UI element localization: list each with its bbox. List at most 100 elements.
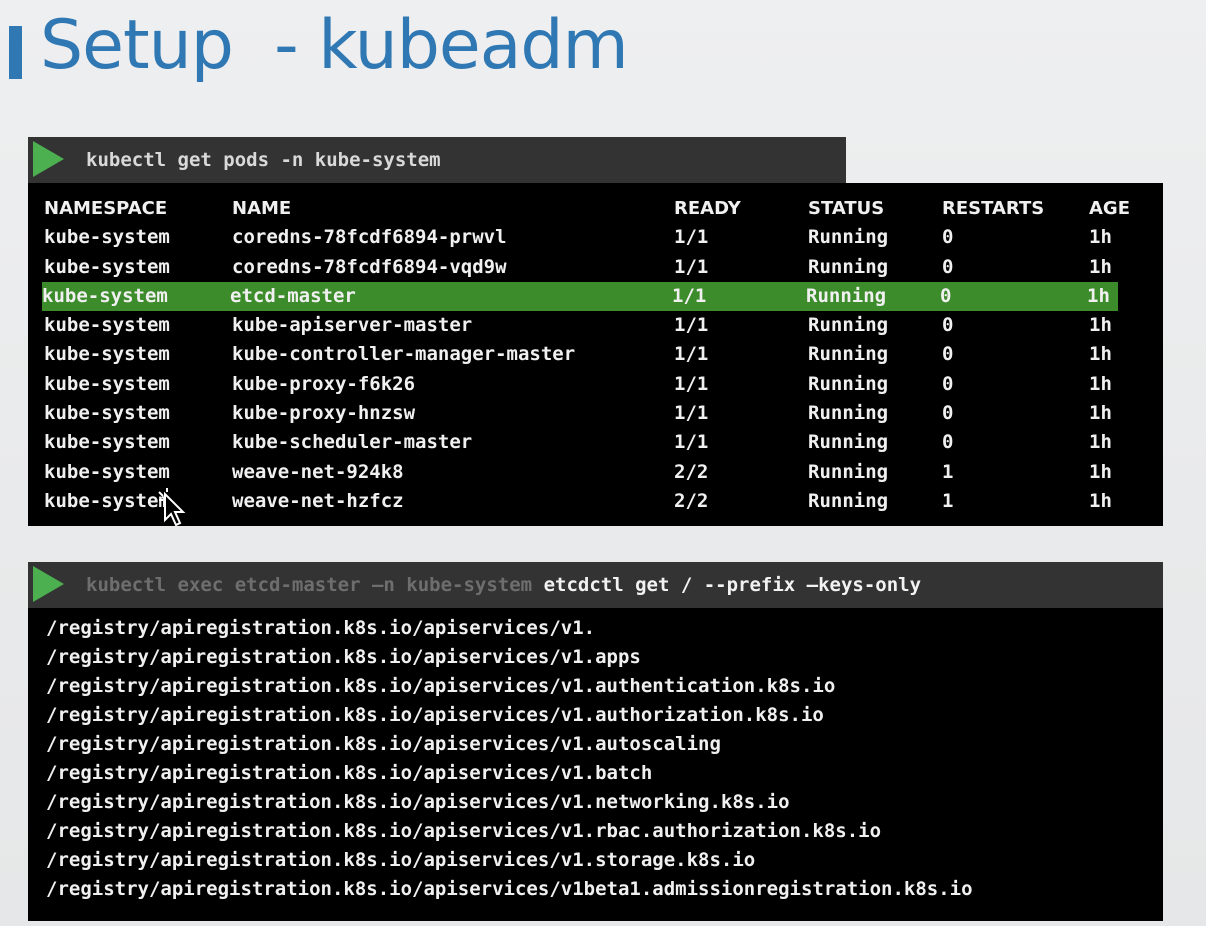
pod-row: kube-system weave-net-hzfcz 2/2 Running 1 1h	[44, 487, 1118, 516]
pod-name: kube-scheduler-master	[232, 431, 473, 454]
pod-status: Running	[808, 489, 889, 512]
pod-age: 1h	[1089, 372, 1112, 395]
pod-restarts: 1	[942, 460, 954, 483]
etcd-key-line: /registry/apiregistration.k8s.io/apiserv…	[46, 704, 824, 726]
pod-row: kube-system kube-scheduler-master 1/1 Runni…	[44, 428, 1118, 457]
command-text-etcdctl-part: etcdctl get / --prefix –keys-only	[543, 574, 922, 596]
pod-namespace: kube-system	[44, 314, 170, 337]
pod-row: kube-system coredns-78fcdf6894-vqd9w 1/1 Ru…	[44, 253, 1118, 282]
pod-restarts: 0	[942, 255, 954, 278]
pod-status: Running	[808, 431, 889, 454]
etcd-key-line: /registry/apiregistration.k8s.io/apiserv…	[46, 733, 721, 755]
pod-status: Running	[808, 226, 889, 249]
command-bar-etcdctl: kubectl exec etcd-master –n kube-system …	[28, 562, 1163, 608]
pod-status: Running	[808, 314, 889, 337]
pod-age: 1h	[1089, 402, 1112, 425]
pod-row: kube-system kube-apiserver-master 1/1 Runni…	[44, 311, 1118, 340]
pod-ready: 2/2	[674, 460, 709, 483]
pod-namespace: kube-system	[44, 460, 170, 483]
pod-namespace: kube-system	[44, 255, 170, 278]
pods-table: NAMESPACE NAME READY STATUS RESTARTS AGE…	[42, 194, 1130, 516]
pod-age: 1h	[1089, 255, 1112, 278]
command-text-exec-part: kubectl exec etcd-master –n kube-system	[86, 574, 544, 596]
pod-status: Running	[808, 372, 889, 395]
pod-row: kube-system etcd-master 1/1 Running 0 1h	[42, 281, 1118, 312]
etcd-key-line: /registry/apiregistration.k8s.io/apiserv…	[46, 762, 653, 784]
pod-ready: 1/1	[674, 226, 709, 249]
pod-age: 1h	[1089, 460, 1112, 483]
pod-age: 1h	[1089, 343, 1112, 366]
pod-age: 1h	[1089, 489, 1112, 512]
etcd-key-line: /registry/apiregistration.k8s.io/apiserv…	[46, 791, 790, 813]
pod-name: kube-proxy-hnzsw	[232, 402, 416, 425]
pod-row: kube-system kube-proxy-f6k26 1/1 Running 0 1h	[44, 370, 1118, 399]
header-namespace: NAMESPACE	[44, 198, 168, 219]
pod-age: 1h	[1089, 226, 1112, 249]
header-status: STATUS	[808, 198, 885, 219]
etcd-keys-list: /registry/apiregistration.k8s.io/apiserv…	[46, 614, 973, 904]
etcd-key-line: /registry/apiregistration.k8s.io/apiserv…	[46, 646, 641, 668]
pod-name: etcd-master	[230, 284, 356, 307]
pod-ready: 1/1	[674, 431, 709, 454]
pod-name: coredns-78fcdf6894-vqd9w	[232, 255, 507, 278]
pod-status: Running	[808, 343, 889, 366]
title-accent-bar	[9, 26, 22, 79]
pod-name: weave-net-hzfcz	[232, 489, 404, 512]
pod-status: Running	[808, 255, 889, 278]
pod-restarts: 0	[942, 402, 954, 425]
pod-status: Running	[808, 460, 889, 483]
pod-status: Running	[808, 402, 889, 425]
pod-ready: 1/1	[674, 255, 709, 278]
etcd-key-line: /registry/apiregistration.k8s.io/apiserv…	[46, 675, 836, 697]
pod-restarts: 0	[942, 372, 954, 395]
command-text-get-pods: kubectl get pods -n kube-system	[86, 149, 441, 171]
pod-name: kube-controller-manager-master	[232, 343, 576, 366]
etcd-key-line: /registry/apiregistration.k8s.io/apiserv…	[46, 617, 596, 639]
etcd-key-line: /registry/apiregistration.k8s.io/apiserv…	[46, 878, 973, 900]
pod-row: kube-system weave-net-924k8 2/2 Running 1 1h	[44, 458, 1118, 487]
pod-namespace: kube-system	[44, 226, 170, 249]
pod-name: coredns-78fcdf6894-prwvl	[232, 226, 507, 249]
pod-age: 1h	[1089, 314, 1112, 337]
pod-age: 1h	[1089, 431, 1112, 454]
pod-ready: 2/2	[674, 489, 709, 512]
pod-ready: 1/1	[674, 314, 709, 337]
pod-namespace: kube-system	[42, 284, 168, 307]
pod-ready: 1/1	[672, 284, 707, 307]
pod-namespace: kube-system	[44, 343, 170, 366]
pod-restarts: 0	[942, 226, 954, 249]
header-restarts: RESTARTS	[942, 198, 1045, 219]
pods-header-row: NAMESPACE NAME READY STATUS RESTARTS AGE	[44, 194, 1130, 223]
pod-row: kube-system coredns-78fcdf6894-prwvl 1/1 Ru…	[44, 223, 1118, 252]
pod-namespace: kube-system	[44, 431, 170, 454]
pod-row: kube-system kube-proxy-hnzsw 1/1 Running 0 1h	[44, 399, 1118, 428]
header-name: NAME	[232, 198, 292, 219]
pod-name: weave-net-924k8	[232, 460, 404, 483]
etcd-key-line: /registry/apiregistration.k8s.io/apiserv…	[46, 849, 756, 871]
pod-row: kube-system kube-controller-manager-maste…	[44, 340, 1118, 369]
header-ready: READY	[674, 198, 741, 219]
pod-ready: 1/1	[674, 343, 709, 366]
pod-restarts: 0	[942, 343, 954, 366]
pod-restarts: 1	[942, 489, 954, 512]
command-text-etcdctl: kubectl exec etcd-master –n kube-system …	[86, 562, 921, 608]
pod-name: kube-apiserver-master	[232, 314, 473, 337]
play-icon	[33, 141, 64, 177]
pod-age: 1h	[1087, 284, 1110, 307]
play-icon	[33, 566, 64, 602]
pod-ready: 1/1	[674, 372, 709, 395]
pod-restarts: 0	[940, 284, 952, 307]
slide-title: Setup - kubeadm	[40, 6, 629, 85]
pod-namespace: kube-system	[44, 489, 170, 512]
pod-status: Running	[806, 284, 887, 307]
pod-restarts: 0	[942, 431, 954, 454]
mouse-pointer-icon	[158, 488, 186, 527]
pod-namespace: kube-system	[44, 402, 170, 425]
terminal-pods-output: NAMESPACE NAME READY STATUS RESTARTS AGE…	[28, 183, 1163, 526]
pod-namespace: kube-system	[44, 372, 170, 395]
pod-ready: 1/1	[674, 402, 709, 425]
command-bar-get-pods: kubectl get pods -n kube-system	[28, 137, 846, 183]
header-age: AGE	[1089, 198, 1131, 219]
etcd-key-line: /registry/apiregistration.k8s.io/apiserv…	[46, 820, 882, 842]
terminal-keys-output: /registry/apiregistration.k8s.io/apiserv…	[28, 608, 1163, 921]
